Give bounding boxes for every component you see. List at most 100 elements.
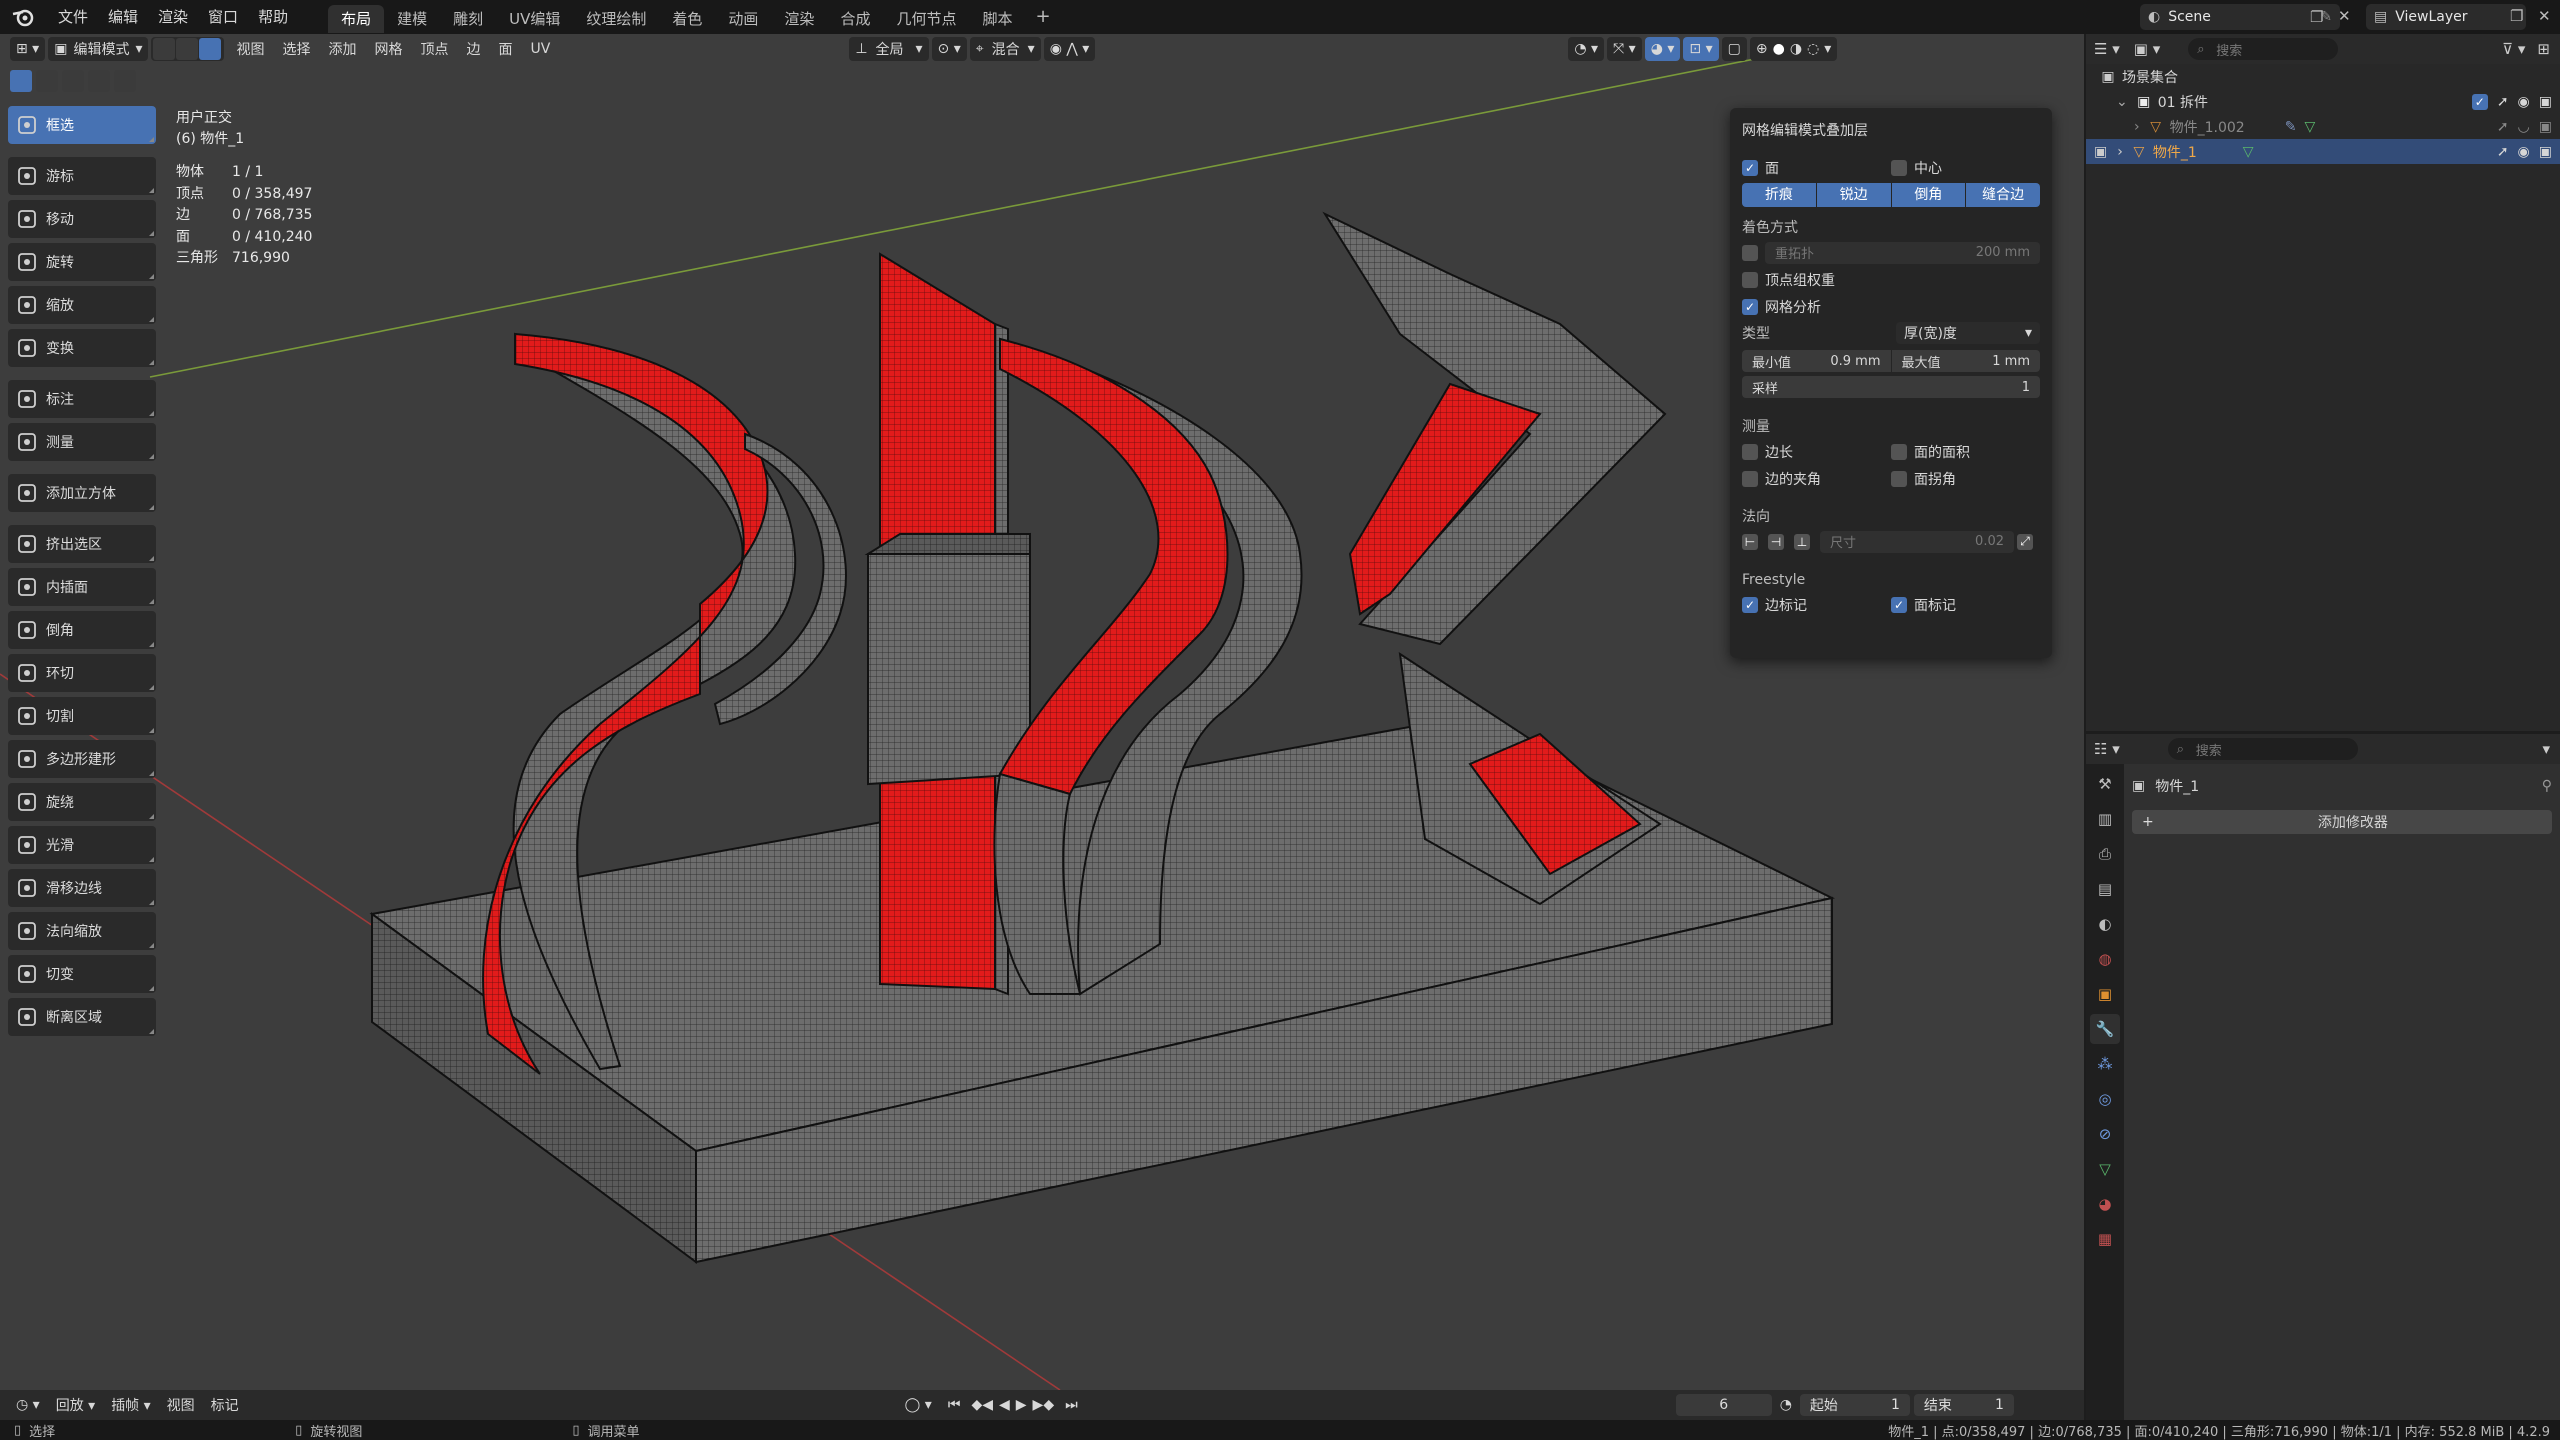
new-collection-icon[interactable]: ⊞: [2537, 40, 2550, 58]
menu-vertex[interactable]: 顶点: [411, 39, 457, 59]
tab-sculpting[interactable]: 雕刻: [440, 5, 496, 33]
3d-viewport[interactable]: ⊞ ▾ ▣ 编辑模式 ▾ 视图 选择 添加 网格 顶点 边 面 UV ⊥ 全局 ▾ ⊙ …: [0, 34, 2084, 1390]
add-modifier-button[interactable]: + 添加修改器: [2132, 810, 2552, 834]
tab-animation[interactable]: 动画: [715, 5, 771, 33]
tool-smooth[interactable]: 光滑: [8, 826, 156, 864]
chevron-down-icon[interactable]: ▾: [2542, 740, 2550, 758]
tab-texture-paint[interactable]: 纹理绘制: [573, 5, 659, 33]
select-new-button[interactable]: [10, 70, 32, 92]
outliner-object-row-1[interactable]: › ▽ 物件_1.002 ✎ ▽ ➚ ◡ ▣: [2086, 114, 2560, 139]
camera-icon[interactable]: ▣: [2539, 94, 2552, 110]
edit-mode-icon[interactable]: ▣: [2094, 144, 2107, 160]
frame-start-field[interactable]: 起始 1: [1799, 1394, 1910, 1416]
tab-compositing[interactable]: 合成: [827, 5, 883, 33]
world-tab-icon[interactable]: ◍: [2090, 944, 2120, 974]
select-arrow-icon[interactable]: ➚: [2497, 94, 2509, 110]
material-tab-icon[interactable]: ◕: [2090, 1189, 2120, 1219]
menu-add[interactable]: 添加: [319, 39, 365, 59]
tab-shading[interactable]: 着色: [659, 5, 715, 33]
mesh-overlays-button[interactable]: ⊡ ▾: [1683, 37, 1719, 61]
samples-field[interactable]: 采样 1: [1742, 376, 2040, 398]
particles-tab-icon[interactable]: ⁂: [2090, 1049, 2120, 1079]
eyedropper-icon[interactable]: ⤢: [2017, 533, 2033, 550]
menu-edit[interactable]: 编辑: [98, 0, 148, 34]
tool-inset[interactable]: 内插面: [8, 568, 156, 606]
current-frame-field[interactable]: 6: [1675, 1394, 1772, 1416]
add-workspace-button[interactable]: +: [1025, 0, 1060, 34]
edge-select-button[interactable]: [176, 38, 199, 60]
menu-view[interactable]: 视图: [227, 39, 273, 59]
face-marks-checkbox[interactable]: ✓: [1891, 596, 1907, 613]
tool-move[interactable]: 移动: [8, 200, 156, 238]
tool-bevel[interactable]: 倒角: [8, 611, 156, 649]
edge-angle-checkbox[interactable]: [1742, 470, 1758, 487]
select-arrow-icon[interactable]: ➚: [2497, 119, 2509, 135]
mesh-analysis-checkbox[interactable]: ✓: [1742, 298, 1758, 315]
proportional-edit-button[interactable]: ◉ ⋀ ▾: [1043, 37, 1096, 61]
tool-shrink-fatten[interactable]: 法向缩放: [8, 912, 156, 950]
overlays-button[interactable]: ◕ ▾: [1644, 37, 1681, 61]
blender-logo-icon[interactable]: [8, 2, 38, 32]
faces-checkbox[interactable]: ✓: [1742, 159, 1758, 176]
tab-scripting[interactable]: 脚本: [969, 5, 1025, 33]
preview-range-icon[interactable]: ◔: [1772, 1397, 1800, 1413]
tool-rotate[interactable]: 旋转: [8, 243, 156, 281]
vertex-select-button[interactable]: [153, 38, 176, 60]
menu-face[interactable]: 面: [489, 39, 521, 59]
tool-edge-slide[interactable]: 滑移边线: [8, 869, 156, 907]
keying-menu[interactable]: 插帧 ▾: [103, 1395, 158, 1415]
edge-length-checkbox[interactable]: [1742, 443, 1758, 460]
eye-icon[interactable]: ◉: [2518, 144, 2530, 160]
split-normals-button[interactable]: ⊣: [1768, 533, 1784, 550]
select-intersect-button[interactable]: [114, 70, 136, 92]
prev-keyframe-icon[interactable]: ◆◀: [968, 1397, 996, 1413]
gizmo-button[interactable]: ⤧ ▾: [1607, 37, 1642, 61]
select-subtract-button[interactable]: [62, 70, 84, 92]
exclude-checkbox[interactable]: ✓: [2471, 93, 2488, 110]
viewlayer-selector[interactable]: ▤ ViewLayer: [2366, 4, 2526, 30]
vertex-group-weights-checkbox[interactable]: [1742, 271, 1758, 288]
pin-icon[interactable]: ⚲: [2542, 778, 2552, 794]
tool-spin[interactable]: 旋绕: [8, 783, 156, 821]
outliner-scene-collection[interactable]: ▣ 场景集合: [2086, 64, 2560, 89]
visibility-button[interactable]: ◔ ▾: [1568, 37, 1605, 61]
edge-marks-checkbox[interactable]: ✓: [1742, 596, 1758, 613]
seam-button[interactable]: 缝合边: [1966, 183, 2040, 207]
mesh-data-icon[interactable]: ▽: [2304, 119, 2315, 135]
tool-transform[interactable]: 变换: [8, 329, 156, 367]
menu-render[interactable]: 渲染: [148, 0, 198, 34]
tool-rip-region[interactable]: 断离区域: [8, 998, 156, 1036]
select-invert-button[interactable]: [88, 70, 110, 92]
center-checkbox[interactable]: [1891, 159, 1907, 176]
menu-edge[interactable]: 边: [457, 39, 489, 59]
tool-annotate[interactable]: 标注: [8, 380, 156, 418]
tool-extrude[interactable]: 挤出选区: [8, 525, 156, 563]
retopology-field[interactable]: 重拓扑 200 mm: [1765, 241, 2040, 264]
viewlayer-new-icon[interactable]: ❐: [2510, 7, 2523, 25]
play-reverse-icon[interactable]: ◀: [996, 1397, 1013, 1413]
tool-poly-build[interactable]: 多边形建形: [8, 740, 156, 778]
tool-measure[interactable]: 测量: [8, 423, 156, 461]
face-area-checkbox[interactable]: [1891, 443, 1907, 460]
eye-closed-icon[interactable]: ◡: [2518, 119, 2530, 135]
xray-button[interactable]: ▢: [1721, 37, 1747, 61]
menu-window[interactable]: 窗口: [198, 0, 248, 34]
playback-menu[interactable]: 回放 ▾: [48, 1395, 103, 1415]
tab-geometry-nodes[interactable]: 几何节点: [883, 5, 969, 33]
modifier-tab-icon[interactable]: 🔧: [2090, 1014, 2120, 1044]
camera-icon[interactable]: ▣: [2539, 119, 2552, 135]
jump-end-icon[interactable]: ⏭: [1057, 1397, 1086, 1413]
data-tab-icon[interactable]: ▽: [2090, 1154, 2120, 1184]
texture-tab-icon[interactable]: ▦: [2090, 1224, 2120, 1254]
marker-menu[interactable]: 标记: [203, 1395, 247, 1415]
normal-size-field[interactable]: 尺寸 0.02: [1820, 530, 2014, 553]
wrench-icon[interactable]: ✎: [2285, 119, 2297, 135]
timeline-editor-icon[interactable]: ◷ ▾: [8, 1397, 48, 1413]
tool-shear[interactable]: 切变: [8, 955, 156, 993]
crease-button[interactable]: 折痕: [1742, 183, 1816, 207]
sharp-button[interactable]: 锐边: [1816, 183, 1891, 207]
next-keyframe-icon[interactable]: ▶◆: [1030, 1397, 1058, 1413]
menu-select[interactable]: 选择: [273, 39, 319, 59]
tab-uv-editing[interactable]: UV编辑: [496, 5, 573, 33]
analysis-type-dropdown[interactable]: 厚(宽)度 ▾: [1896, 322, 2040, 344]
